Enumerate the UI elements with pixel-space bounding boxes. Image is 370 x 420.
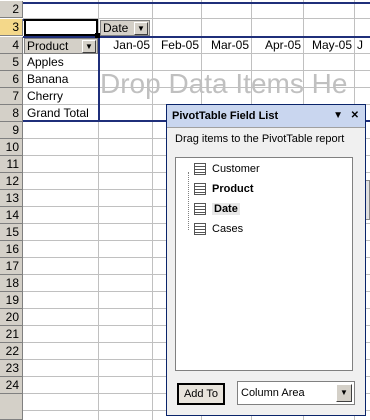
pivot-border-top [23, 2, 370, 4]
field-icon [194, 223, 206, 235]
row-header-4[interactable]: 4 [0, 37, 23, 54]
row-header-13[interactable]: 13 [0, 190, 23, 207]
selected-cell[interactable] [24, 19, 98, 36]
row-header-11[interactable]: 11 [0, 156, 23, 173]
row-header-12[interactable]: 12 [0, 173, 23, 190]
row-header-10[interactable]: 10 [0, 139, 23, 156]
field-list-tree[interactable]: Customer Product Date Cases [175, 157, 353, 371]
row-header-17[interactable]: 17 [0, 258, 23, 275]
row-header-19[interactable]: 19 [0, 292, 23, 309]
column-item[interactable]: Feb-05 [153, 37, 199, 54]
page-field-label: Date [103, 21, 129, 35]
field-icon [194, 203, 206, 215]
row-header-8[interactable]: 8 [0, 105, 23, 122]
gridline [152, 0, 153, 420]
row-header-2[interactable]: 2 [0, 1, 23, 18]
row-header-5[interactable]: 5 [0, 54, 23, 71]
field-icon [194, 183, 206, 195]
column-item[interactable]: Apr-05 [252, 37, 301, 54]
tree-connector [188, 172, 189, 230]
row-item[interactable]: Apples [24, 54, 98, 71]
row-header-24[interactable]: 24 [0, 377, 23, 394]
chevron-down-icon[interactable]: ▼ [336, 384, 352, 402]
close-icon[interactable]: ✕ [351, 109, 359, 123]
row-header-15[interactable]: 15 [0, 224, 23, 241]
field-icon [194, 163, 206, 175]
row-header-23[interactable]: 23 [0, 360, 23, 377]
field-label: Cases [212, 223, 244, 235]
page-field-date[interactable]: Date ▼ [100, 20, 150, 36]
column-item[interactable]: Mar-05 [202, 37, 249, 54]
chevron-down-icon[interactable]: ▼ [333, 109, 343, 123]
row-header-9[interactable]: 9 [0, 122, 23, 139]
add-to-button[interactable]: Add To [177, 383, 225, 405]
row-header-25[interactable] [0, 394, 23, 420]
area-select-value: Column Area [241, 387, 305, 399]
row-field-product[interactable]: Product ▼ [24, 38, 98, 54]
row-header-21[interactable]: 21 [0, 326, 23, 343]
drop-data-hint: Drop Data Items He [100, 68, 348, 99]
field-label: Date [212, 203, 240, 215]
chevron-down-icon[interactable]: ▼ [134, 22, 148, 35]
field-cases[interactable]: Cases [194, 220, 243, 238]
field-label: Product [212, 183, 254, 195]
pivot-field-list-panel[interactable]: PivotTable Field List ▼ ✕ Drag items to … [166, 104, 366, 416]
column-item[interactable]: Jan-05 [100, 37, 150, 54]
row-header-22[interactable]: 22 [0, 343, 23, 360]
row-header-3[interactable]: 3 [0, 19, 23, 36]
grand-total-label[interactable]: Grand Total [24, 105, 98, 122]
column-item[interactable]: J [357, 37, 370, 54]
row-header-16[interactable]: 16 [0, 241, 23, 258]
column-item[interactable]: May-05 [304, 37, 352, 54]
field-product[interactable]: Product [194, 180, 254, 198]
panel-instructions: Drag items to the PivotTable report [175, 133, 345, 145]
area-select[interactable]: Column Area ▼ [237, 381, 355, 405]
row-header-6[interactable]: 6 [0, 71, 23, 88]
panel-title-bar[interactable]: PivotTable Field List ▼ ✕ [167, 105, 365, 128]
row-item[interactable]: Banana [24, 71, 98, 88]
row-item[interactable]: Cherry [24, 88, 98, 105]
row-header-7[interactable]: 7 [0, 88, 23, 105]
field-customer[interactable]: Customer [194, 160, 260, 178]
chevron-down-icon[interactable]: ▼ [82, 40, 96, 53]
row-header-18[interactable]: 18 [0, 275, 23, 292]
field-label: Customer [212, 163, 260, 175]
row-header-20[interactable]: 20 [0, 309, 23, 326]
row-field-label: Product [27, 39, 69, 53]
row-header-14[interactable]: 14 [0, 207, 23, 224]
panel-title: PivotTable Field List [172, 110, 279, 122]
field-date[interactable]: Date [194, 200, 240, 218]
